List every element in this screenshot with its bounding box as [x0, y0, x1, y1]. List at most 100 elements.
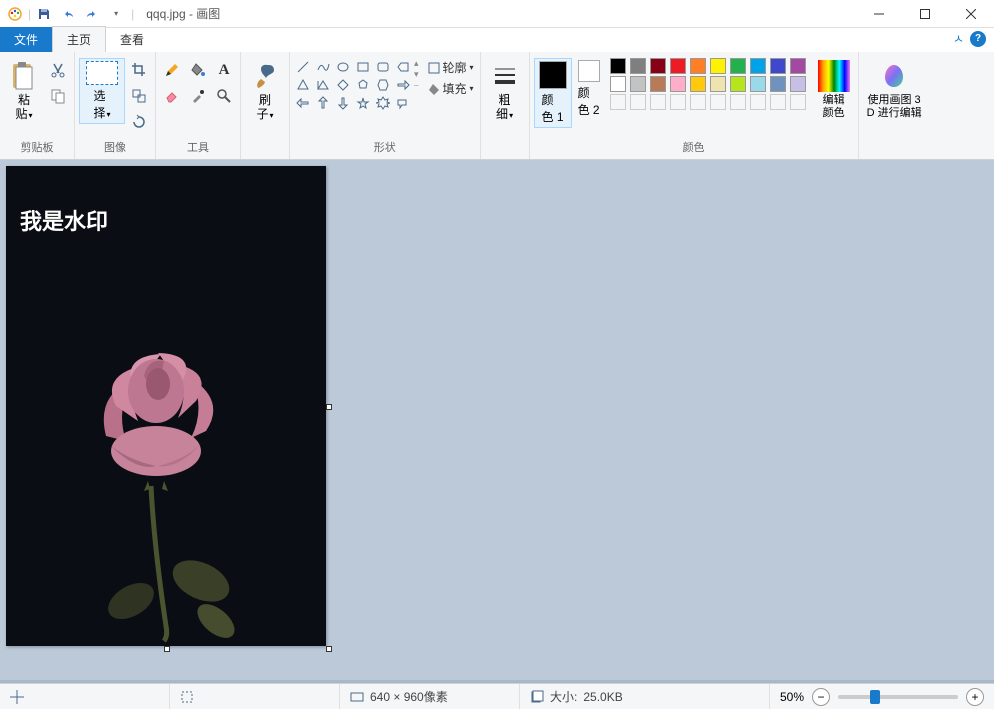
window-controls — [856, 0, 994, 28]
thickness-button[interactable]: 粗 细▾ — [485, 58, 525, 124]
color-swatch[interactable] — [650, 58, 666, 74]
color-swatch-empty[interactable] — [670, 94, 686, 110]
group-label-colors: 颜色 — [683, 137, 705, 157]
fill-dropdown[interactable]: 填充▾ — [425, 79, 476, 98]
tab-file[interactable]: 文件 — [0, 27, 52, 52]
color-swatch[interactable] — [610, 58, 626, 74]
color2-swatch — [578, 60, 600, 82]
ribbon-collapse-icon[interactable]: ㅅ — [953, 30, 964, 47]
color-swatch[interactable] — [670, 76, 686, 92]
zoom-percent: 50% — [780, 690, 804, 704]
save-icon[interactable] — [33, 3, 55, 25]
group-colors: 颜 色 1 颜 色 2 编辑 颜色 颜色 — [530, 52, 859, 159]
color-swatch[interactable] — [790, 76, 806, 92]
color-swatch[interactable] — [630, 76, 646, 92]
rotate-icon[interactable] — [127, 110, 151, 134]
color-swatch[interactable] — [730, 76, 746, 92]
palette-row3 — [610, 94, 808, 110]
undo-icon[interactable] — [57, 3, 79, 25]
color-swatch[interactable] — [690, 76, 706, 92]
canvas-area[interactable]: 我是水印 — [0, 160, 994, 683]
tab-bar: 文件 主页 查看 ㅅ ? — [0, 28, 994, 52]
resize-handle-bottom[interactable] — [164, 646, 170, 652]
resize-icon[interactable] — [127, 84, 151, 108]
zoom-slider[interactable] — [838, 695, 958, 699]
group-shapes: ▴ ▾ ⎯ 轮廓▾ 填充▾ 形状 — [290, 52, 481, 159]
group-thickness: 粗 细▾ — [481, 52, 530, 159]
color-swatch[interactable] — [730, 58, 746, 74]
color-swatch[interactable] — [690, 58, 706, 74]
app-icon[interactable] — [4, 3, 26, 25]
resize-handle-corner[interactable] — [326, 646, 332, 652]
color-swatch[interactable] — [610, 76, 626, 92]
status-bar: 640 × 960像素 大小: 25.0KB 50% − + — [0, 683, 994, 709]
shapes-gallery[interactable] — [294, 58, 412, 112]
tab-home[interactable]: 主页 — [52, 26, 106, 52]
magnifier-icon[interactable] — [212, 84, 236, 108]
group-paint3d: 使用画图 3 D 进行编辑 — [859, 52, 930, 159]
watermark-text: 我是水印 — [20, 204, 108, 236]
color-swatch[interactable] — [710, 58, 726, 74]
title-bar: | ▾ | qqq.jpg - 画图 — [0, 0, 994, 28]
cut-icon[interactable] — [46, 58, 70, 82]
fill-icon[interactable] — [186, 58, 210, 82]
zoom-controls: 50% − + — [770, 688, 994, 706]
color-swatch-empty[interactable] — [710, 94, 726, 110]
color-swatch[interactable] — [630, 58, 646, 74]
maximize-button[interactable] — [902, 0, 948, 28]
color-swatch[interactable] — [710, 76, 726, 92]
ribbon: 粘 贴▾ 剪贴板 选 择▾ 图像 — [0, 52, 994, 160]
text-icon[interactable]: A — [212, 58, 236, 82]
window-title: qqq.jpg - 画图 — [146, 5, 220, 22]
close-button[interactable] — [948, 0, 994, 28]
color-swatch-empty[interactable] — [650, 94, 666, 110]
group-image: 选 择▾ 图像 — [75, 52, 156, 159]
edit-colors-button[interactable]: 编辑 颜色 — [814, 58, 854, 122]
rose-image — [46, 346, 306, 646]
minimize-button[interactable] — [856, 0, 902, 28]
help-icon[interactable]: ? — [970, 31, 986, 47]
brush-button[interactable]: 刷 子▾ — [245, 58, 285, 124]
palette-row1 — [610, 58, 808, 74]
group-tools: A 工具 — [156, 52, 241, 159]
color-swatch-empty[interactable] — [750, 94, 766, 110]
color-swatch[interactable] — [770, 76, 786, 92]
group-label-tools: 工具 — [187, 137, 209, 157]
color-swatch[interactable] — [790, 58, 806, 74]
color-swatch-empty[interactable] — [770, 94, 786, 110]
color1-button[interactable]: 颜 色 1 — [534, 58, 572, 128]
redo-icon[interactable] — [81, 3, 103, 25]
color-swatch-empty[interactable] — [790, 94, 806, 110]
palette-row2 — [610, 76, 808, 92]
qat-dropdown-icon[interactable]: ▾ — [105, 3, 127, 25]
color-swatch-empty[interactable] — [690, 94, 706, 110]
color-swatch[interactable] — [670, 58, 686, 74]
color-swatch-empty[interactable] — [730, 94, 746, 110]
color1-swatch — [539, 61, 567, 89]
status-filesize: 大小: 25.0KB — [520, 684, 770, 709]
select-button[interactable]: 选 择▾ — [79, 58, 125, 124]
color2-button[interactable]: 颜 色 2 — [574, 58, 604, 120]
resize-handle-right[interactable] — [326, 404, 332, 410]
color-swatch-empty[interactable] — [610, 94, 626, 110]
zoom-out-button[interactable]: − — [812, 688, 830, 706]
paint3d-button[interactable]: 使用画图 3 D 进行编辑 — [863, 58, 926, 122]
pencil-icon[interactable] — [160, 58, 184, 82]
status-dimensions: 640 × 960像素 — [340, 684, 520, 709]
group-label-shapes: 形状 — [374, 137, 396, 157]
color-swatch[interactable] — [770, 58, 786, 74]
zoom-in-button[interactable]: + — [966, 688, 984, 706]
copy-icon[interactable] — [46, 84, 70, 108]
color-swatch[interactable] — [650, 76, 666, 92]
picker-icon[interactable] — [186, 84, 210, 108]
eraser-icon[interactable] — [160, 84, 184, 108]
color-swatch[interactable] — [750, 58, 766, 74]
crop-icon[interactable] — [127, 58, 151, 82]
tab-view[interactable]: 查看 — [106, 27, 158, 52]
outline-dropdown[interactable]: 轮廓▾ — [425, 58, 476, 77]
color-swatch-empty[interactable] — [630, 94, 646, 110]
paste-button[interactable]: 粘 贴▾ — [4, 58, 44, 124]
color-swatch[interactable] — [750, 76, 766, 92]
canvas-image[interactable]: 我是水印 — [6, 166, 326, 646]
status-selection — [170, 684, 340, 709]
